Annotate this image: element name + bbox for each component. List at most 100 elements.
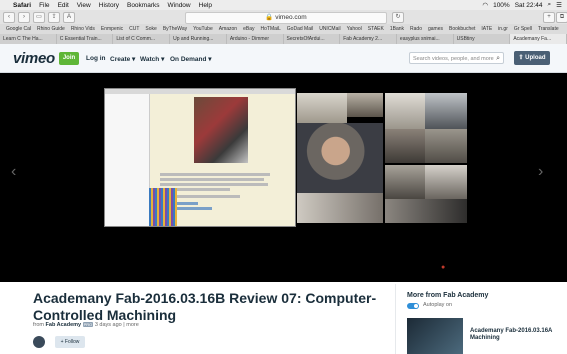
participant-tile [385,93,425,129]
video-player[interactable]: ‹ › ● [0,73,567,282]
bookmark-item[interactable]: CUT [129,26,139,32]
wifi-icon[interactable]: ◠ [482,1,488,9]
tab-overview-icon[interactable]: ⧉ [556,12,567,23]
watch-menu[interactable]: Watch ▾ [140,55,164,63]
clock[interactable]: Sat 22:44 [515,2,543,9]
bookmarks-bar: Google Cal Rhino Guide Rhino Vids Enmpen… [0,24,567,34]
search-placeholder: Search videos, people, and more [413,56,494,62]
new-tab-icon[interactable]: + [543,12,555,23]
vimeo-logo[interactable]: vimeo [13,50,55,67]
menu-safari[interactable]: Safari [13,2,31,9]
vimeo-header: vimeo Join Log in Create ▾ Watch ▾ On De… [0,44,567,73]
screen-sidebar [105,94,150,226]
byline-prefix: from [33,322,44,328]
tab[interactable]: USBtiny [454,34,511,44]
bookmark-item[interactable]: Google Cal [6,26,31,32]
video-call-grid [297,93,467,223]
video-title: Academany Fab-2016.03.16B Review 07: Com… [33,290,377,323]
video-byline: from Fab Academy PRO 3 days ago | more [33,322,139,328]
tab-active[interactable]: Academany Fa... [510,34,567,44]
bookmark-item[interactable]: Enmpenic [101,26,123,32]
bookmark-item[interactable]: Amazon [219,26,237,32]
menu-bookmarks[interactable]: Bookmarks [127,2,160,9]
menu-window[interactable]: Window [168,2,191,9]
mac-menubar: Safari File Edit View History Bookmarks … [0,0,567,10]
screen-photo [194,97,248,163]
menu-help[interactable]: Help [199,2,212,9]
participant-tile [385,165,425,199]
bookmark-item[interactable]: 1Bank [390,26,404,32]
search-input[interactable]: Search videos, people, and more ⌕ [409,52,504,64]
on-demand-menu[interactable]: On Demand ▾ [170,55,212,63]
previous-arrow-icon[interactable]: ‹ [11,163,16,181]
search-icon[interactable]: ⌕ [496,53,500,65]
bookmark-item[interactable]: eBay [243,26,254,32]
menu-view[interactable]: View [77,2,91,9]
tab[interactable]: easyplus snimai... [397,34,454,44]
bookmark-item[interactable]: ByTheWay [163,26,187,32]
plus-icon: + [60,339,64,345]
bookmark-item[interactable]: IATE [481,26,492,32]
more-link[interactable]: more [126,322,139,328]
tab[interactable]: Arduino - Dimmer [227,34,284,44]
browser-toolbar: ‹ › ▭ ⇪ A 🔒 vimeo.com ↻ + ⧉ [0,10,567,24]
menu-edit[interactable]: Edit [58,2,69,9]
tab[interactable]: List of C Comm... [113,34,171,44]
reader-button[interactable]: A [63,11,75,23]
autoplay-label: Autoplay on [423,302,453,308]
sidebar-icon[interactable]: ▭ [33,11,45,23]
next-arrow-icon[interactable]: › [538,163,543,181]
back-icon[interactable]: ‹ [3,11,15,23]
upload-button[interactable]: ⇧ Upload [514,51,550,65]
related-video-title[interactable]: Academany Fab-2016.03.16A Machining [470,328,560,342]
tab[interactable]: SecretsOfArdui... [284,34,341,44]
menu-list-icon[interactable]: ☰ [556,1,562,9]
bookmark-item[interactable]: HoTMaiL [261,26,281,32]
address-bar[interactable]: 🔒 vimeo.com [185,12,387,24]
participant-tile [347,93,383,117]
autoplay-toggle[interactable] [407,303,419,309]
tab[interactable]: Up and Running... [170,34,227,44]
create-menu[interactable]: Create ▾ [110,55,135,63]
menu-file[interactable]: File [39,2,49,9]
column-divider [395,284,396,354]
join-button[interactable]: Join [59,52,79,65]
lock-icon: 🔒 [265,14,274,21]
participant-tile [297,193,383,223]
bookmark-item[interactable]: games [428,26,443,32]
screen-text-block [160,173,275,210]
bookmark-item[interactable]: Yahool [347,26,362,32]
upload-label: Upload [525,55,546,61]
bookmark-item[interactable]: Rhino Vids [71,26,95,32]
related-video-thumbnail[interactable] [407,318,463,354]
bookmark-item[interactable]: Soke [145,26,156,32]
spotlight-icon[interactable]: ⌕ [548,1,552,9]
bookmark-item[interactable]: in.gr [498,26,508,32]
share-icon[interactable]: ⇪ [48,11,60,23]
forward-icon[interactable]: › [18,11,30,23]
upload-age: 3 days ago [94,322,122,328]
tab[interactable]: Learn C The Ha... [0,34,57,44]
login-link[interactable]: Log in [86,55,106,62]
tab[interactable]: Fab Academy 2... [340,34,397,44]
bookmark-item[interactable]: YouTube [193,26,213,32]
menu-history[interactable]: History [99,2,119,9]
bookmark-item[interactable]: UNICMail [319,26,340,32]
bookmark-item[interactable]: Rado [410,26,422,32]
pro-badge: PRO [82,322,94,327]
follow-button[interactable]: + Follow [55,336,85,348]
tab-bar: Learn C The Ha... C Essential Train... L… [0,34,567,44]
battery-level[interactable]: 100% [493,2,510,9]
bookmark-item[interactable]: Translate [538,26,559,32]
channel-avatar[interactable] [33,336,45,348]
participant-tile [385,199,467,223]
channel-link[interactable]: Fab Academy [46,322,82,328]
bookmark-item[interactable]: Gr Spell [514,26,532,32]
bookmark-item[interactable]: Rhino Guide [37,26,65,32]
bookmark-item[interactable]: Bookbuchet [449,26,475,32]
tab[interactable]: C Essential Train... [57,34,114,44]
bookmark-item[interactable]: GoDad Mail [287,26,313,32]
bookmark-item[interactable]: STAEK [368,26,384,32]
screen-chart [149,188,177,226]
reload-icon[interactable]: ↻ [392,12,404,23]
